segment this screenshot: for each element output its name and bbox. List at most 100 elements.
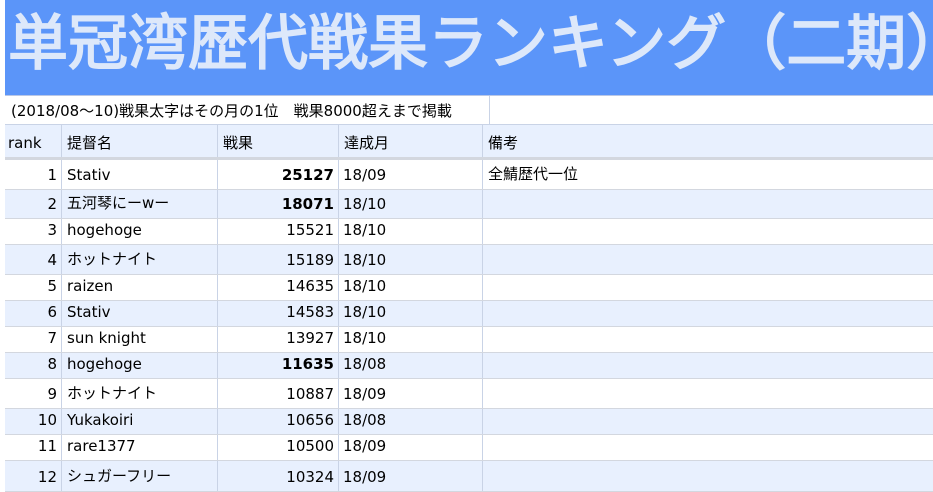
name-cell-text: hogehoge xyxy=(67,355,142,373)
rank-cell[interactable]: 12 xyxy=(5,461,62,491)
month-cell-text: 18/09 xyxy=(343,437,387,455)
month-cell[interactable]: 18/10 xyxy=(339,190,483,218)
note-cell[interactable] xyxy=(483,409,933,434)
score-cell[interactable]: 10500 xyxy=(218,435,339,460)
name-cell[interactable]: sun knight xyxy=(62,327,218,352)
header-score-label: 戦果 xyxy=(223,134,254,152)
note-cell[interactable] xyxy=(483,245,933,274)
rank-cell[interactable]: 7 xyxy=(5,327,62,352)
rank-cell[interactable]: 9 xyxy=(5,379,62,408)
month-cell[interactable]: 18/08 xyxy=(339,353,483,378)
table-row: 12 シュガーフリー 10324 18/09 xyxy=(5,461,933,492)
month-cell-text: 18/09 xyxy=(343,468,387,486)
month-cell[interactable]: 18/09 xyxy=(339,461,483,491)
month-cell[interactable]: 18/09 xyxy=(339,435,483,460)
rank-cell[interactable]: 6 xyxy=(5,301,62,326)
score-cell[interactable]: 10656 xyxy=(218,409,339,434)
rank-cell[interactable]: 1 xyxy=(5,160,62,189)
score-cell[interactable]: 15521 xyxy=(218,219,339,244)
score-cell[interactable]: 14635 xyxy=(218,275,339,300)
note-cell[interactable] xyxy=(483,353,933,378)
name-cell[interactable]: hogehoge xyxy=(62,353,218,378)
name-cell-text: hogehoge xyxy=(67,221,142,239)
table-row: 9 ホットナイト 10887 18/09 xyxy=(5,379,933,409)
note-cell-text: 全鯖歴代一位 xyxy=(488,165,579,183)
rank-cell[interactable]: 11 xyxy=(5,435,62,460)
rank-cell[interactable]: 2 xyxy=(5,190,62,218)
header-month[interactable]: 達成月 xyxy=(339,125,483,157)
note-cell[interactable] xyxy=(483,327,933,352)
name-cell[interactable]: 五河琴にーwー xyxy=(62,190,218,218)
header-score[interactable]: 戦果 xyxy=(218,125,339,157)
name-cell[interactable]: hogehoge xyxy=(62,219,218,244)
table-row: 5 raizen 14635 18/10 xyxy=(5,275,933,301)
rank-cell[interactable]: 8 xyxy=(5,353,62,378)
name-cell[interactable]: Yukakoiri xyxy=(62,409,218,434)
name-cell[interactable]: シュガーフリー xyxy=(62,461,218,491)
score-cell[interactable]: 25127 xyxy=(218,160,339,189)
note-cell[interactable] xyxy=(483,275,933,300)
name-cell-text: rare1377 xyxy=(67,437,136,455)
month-cell-text: 18/10 xyxy=(343,303,387,321)
score-cell[interactable]: 10887 xyxy=(218,379,339,408)
score-cell-text: 15521 xyxy=(286,221,334,239)
header-rank[interactable]: rank xyxy=(5,125,62,157)
name-cell-text: ホットナイト xyxy=(67,384,158,402)
title-banner[interactable]: 単冠湾歴代戦果ランキング（二期） xyxy=(5,0,933,96)
rank-cell-text: 5 xyxy=(47,277,57,295)
table-row: 7 sun knight 13927 18/10 xyxy=(5,327,933,353)
month-cell[interactable]: 18/10 xyxy=(339,219,483,244)
note-row[interactable]: (2018/08～10)戦果太字はその月の1位 戦果8000超えまで掲載 xyxy=(5,96,933,125)
page-title: 単冠湾歴代戦果ランキング（二期） xyxy=(8,9,933,79)
month-cell-text: 18/10 xyxy=(343,251,387,269)
note-cell[interactable] xyxy=(483,190,933,218)
name-cell[interactable]: Stativ xyxy=(62,160,218,189)
name-cell[interactable]: rare1377 xyxy=(62,435,218,460)
score-cell[interactable]: 15189 xyxy=(218,245,339,274)
rank-cell[interactable]: 3 xyxy=(5,219,62,244)
note-cell[interactable] xyxy=(483,435,933,460)
month-cell[interactable]: 18/10 xyxy=(339,245,483,274)
note-cell[interactable]: 全鯖歴代一位 xyxy=(483,160,933,189)
score-cell[interactable]: 10324 xyxy=(218,461,339,491)
name-cell[interactable]: Stativ xyxy=(62,301,218,326)
table-row: 6 Stativ 14583 18/10 xyxy=(5,301,933,327)
cell-border xyxy=(489,96,490,124)
month-cell-text: 18/10 xyxy=(343,195,387,213)
rank-cell[interactable]: 10 xyxy=(5,409,62,434)
rank-cell-text: 4 xyxy=(47,251,57,269)
name-cell[interactable]: raizen xyxy=(62,275,218,300)
name-cell[interactable]: ホットナイト xyxy=(62,245,218,274)
name-cell-text: ホットナイト xyxy=(67,250,158,268)
table-row: 10 Yukakoiri 10656 18/08 xyxy=(5,409,933,435)
header-row: rank 提督名 戦果 達成月 備考 xyxy=(5,125,933,160)
month-cell[interactable]: 18/10 xyxy=(339,301,483,326)
name-cell-text: シュガーフリー xyxy=(67,467,172,485)
month-cell[interactable]: 18/10 xyxy=(339,275,483,300)
note-cell[interactable] xyxy=(483,379,933,408)
note-cell[interactable] xyxy=(483,219,933,244)
month-cell[interactable]: 18/09 xyxy=(339,379,483,408)
note-cell[interactable] xyxy=(483,301,933,326)
month-cell-text: 18/10 xyxy=(343,329,387,347)
score-cell[interactable]: 14583 xyxy=(218,301,339,326)
rank-cell[interactable]: 4 xyxy=(5,245,62,274)
header-note[interactable]: 備考 xyxy=(483,125,933,157)
month-cell-text: 18/09 xyxy=(343,385,387,403)
month-cell[interactable]: 18/09 xyxy=(339,160,483,189)
table-row: 4 ホットナイト 15189 18/10 xyxy=(5,245,933,275)
rank-cell[interactable]: 5 xyxy=(5,275,62,300)
name-cell[interactable]: ホットナイト xyxy=(62,379,218,408)
header-note-label: 備考 xyxy=(488,134,519,152)
table-row: 8 hogehoge 11635 18/08 xyxy=(5,353,933,379)
month-cell[interactable]: 18/08 xyxy=(339,409,483,434)
note-cell[interactable] xyxy=(483,461,933,491)
header-rank-label: rank xyxy=(8,134,42,152)
score-cell[interactable]: 13927 xyxy=(218,327,339,352)
score-cell[interactable]: 18071 xyxy=(218,190,339,218)
month-cell[interactable]: 18/10 xyxy=(339,327,483,352)
header-name[interactable]: 提督名 xyxy=(62,125,218,157)
rank-cell-text: 11 xyxy=(37,437,57,455)
rank-cell-text: 9 xyxy=(47,385,57,403)
score-cell[interactable]: 11635 xyxy=(218,353,339,378)
